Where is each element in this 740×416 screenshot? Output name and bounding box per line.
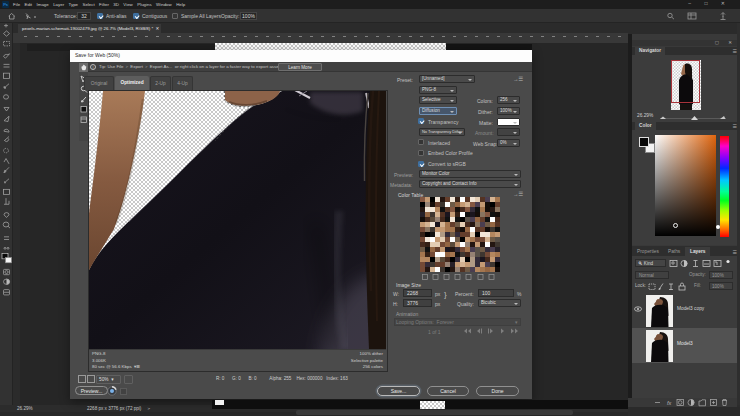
svg-text:fx: fx bbox=[667, 400, 672, 406]
